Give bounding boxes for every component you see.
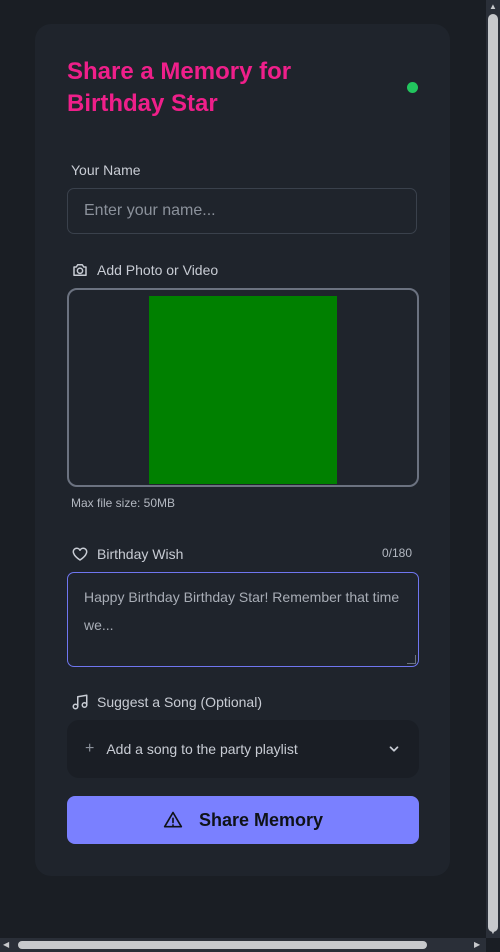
share-memory-button[interactable]: Share Memory xyxy=(67,796,419,844)
scroll-right-arrow[interactable]: ▶ xyxy=(474,941,480,949)
media-preview xyxy=(149,296,337,484)
wish-label: Birthday Wish xyxy=(71,544,183,564)
plus-icon: + xyxy=(85,740,95,757)
media-label: Add Photo or Video xyxy=(71,260,218,280)
vertical-scroll-thumb[interactable] xyxy=(488,14,498,932)
name-input-placeholder: Enter your name... xyxy=(84,202,216,219)
warning-triangle-icon xyxy=(163,811,183,828)
horizontal-scrollbar[interactable]: ◀ ▶ xyxy=(0,938,486,952)
scroll-down-arrow[interactable]: ▼ xyxy=(489,928,497,936)
vertical-scrollbar[interactable]: ▲ ▼ xyxy=(486,0,500,938)
wish-label-text: Birthday Wish xyxy=(97,546,184,562)
form-title: Share a Memory for Birthday Star xyxy=(67,58,292,117)
song-dropdown[interactable]: + Add a song to the party playlist xyxy=(67,720,419,778)
wish-placeholder: Happy Birthday Birthday Star! Remember t… xyxy=(84,589,400,633)
music-icon xyxy=(72,694,88,710)
heart-icon xyxy=(72,547,88,561)
song-add-text: Add a song to the party playlist xyxy=(106,741,298,757)
media-upload-area[interactable] xyxy=(67,288,419,487)
song-label-text: Suggest a Song (Optional) xyxy=(97,694,262,710)
resize-handle[interactable] xyxy=(407,655,416,664)
song-label: Suggest a Song (Optional) xyxy=(71,692,262,712)
scroll-left-arrow[interactable]: ◀ xyxy=(3,941,9,949)
memory-form-card: Share a Memory for Birthday Star Your Na… xyxy=(35,24,450,876)
wish-textarea[interactable]: Happy Birthday Birthday Star! Remember t… xyxy=(67,572,419,667)
camera-icon xyxy=(73,264,87,276)
status-indicator xyxy=(407,82,418,93)
horizontal-scroll-thumb[interactable] xyxy=(18,941,427,949)
media-label-text: Add Photo or Video xyxy=(97,262,219,278)
chevron-down-icon xyxy=(389,746,399,752)
share-memory-label: Share Memory xyxy=(198,809,324,830)
scroll-up-arrow[interactable]: ▲ xyxy=(489,3,497,11)
wish-counter: 0/180 xyxy=(382,546,413,560)
media-hint: Max file size: 50MB xyxy=(71,496,176,510)
name-label-text: Your Name xyxy=(71,162,141,178)
name-label: Your Name xyxy=(71,160,141,180)
name-input[interactable]: Enter your name... xyxy=(67,188,417,234)
